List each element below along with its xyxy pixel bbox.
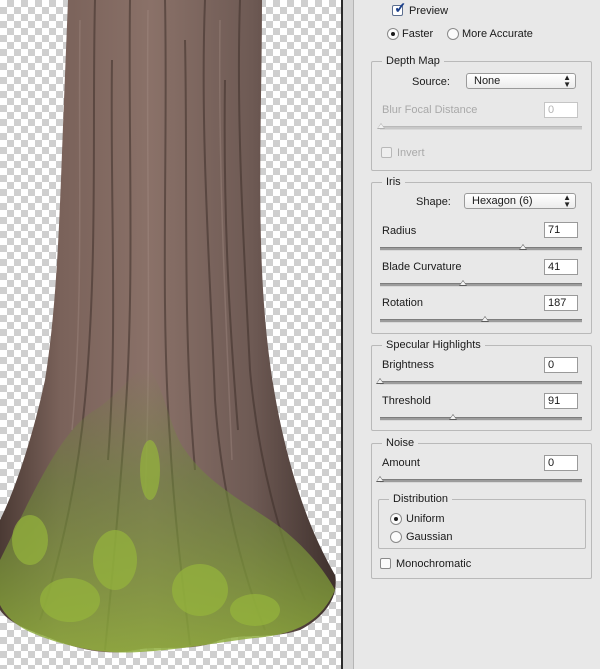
amount-thumb[interactable]	[376, 476, 384, 482]
radius-input[interactable]: 71	[544, 222, 578, 238]
rotation-thumb[interactable]	[481, 316, 490, 322]
brightness-track[interactable]	[380, 381, 582, 385]
radius-label: Radius	[382, 225, 417, 237]
rotation-input[interactable]: 187	[544, 295, 578, 311]
depth-map-title: Depth Map	[382, 54, 444, 68]
monochromatic-label: Monochromatic	[396, 558, 472, 570]
threshold-input[interactable]: 91	[544, 393, 578, 409]
blur-focal-distance-input[interactable]: 0	[544, 102, 578, 118]
more-accurate-radio[interactable]	[447, 28, 459, 40]
invert-checkbox[interactable]	[381, 147, 392, 158]
threshold-thumb[interactable]	[448, 414, 457, 420]
source-dropdown[interactable]: None ▲ ▼	[466, 73, 576, 89]
uniform-radio[interactable]	[390, 513, 402, 525]
blur-focal-distance-label: Blur Focal Distance	[382, 104, 478, 116]
canvas-edge-strip	[343, 0, 354, 669]
blade-curvature-thumb[interactable]	[458, 280, 467, 286]
checkmark-icon: ✓	[394, 0, 407, 17]
blur-focal-distance-track[interactable]	[380, 126, 582, 130]
brightness-thumb[interactable]	[376, 378, 384, 384]
amount-label: Amount	[382, 457, 420, 469]
noise-title: Noise	[382, 436, 419, 450]
iris-title: Iris	[382, 175, 405, 189]
faster-radio[interactable]	[387, 28, 399, 40]
source-value: None	[474, 75, 501, 87]
shape-dropdown[interactable]: Hexagon (6) ▲ ▼	[464, 193, 576, 209]
blade-curvature-input[interactable]: 41	[544, 259, 578, 275]
blade-curvature-track[interactable]	[380, 283, 582, 287]
invert-label: Invert	[397, 147, 425, 159]
tree-trunk-image	[0, 0, 336, 653]
rotation-label: Rotation	[382, 297, 423, 309]
brightness-input[interactable]: 0	[544, 357, 578, 373]
brightness-label: Brightness	[382, 359, 434, 371]
blur-focal-distance-thumb[interactable]	[377, 123, 385, 129]
blur-options-panel: ✓ Preview Faster More Accurate Depth Map…	[354, 0, 600, 669]
chevron-updown-icon: ▲ ▼	[563, 193, 571, 209]
blade-curvature-label: Blade Curvature	[382, 261, 462, 273]
gaussian-label: Gaussian	[406, 531, 453, 543]
threshold-label: Threshold	[382, 395, 431, 407]
chevron-updown-icon: ▲ ▼	[563, 73, 571, 89]
preview-checkbox[interactable]: ✓	[392, 1, 407, 16]
more-accurate-label: More Accurate	[462, 28, 533, 40]
gaussian-radio[interactable]	[390, 531, 402, 543]
specular-highlights-title: Specular Highlights	[382, 338, 485, 352]
image-canvas[interactable]	[0, 0, 341, 669]
amount-input[interactable]: 0	[544, 455, 578, 471]
amount-track[interactable]	[380, 479, 582, 483]
preview-label: Preview	[409, 5, 449, 17]
radius-thumb[interactable]	[519, 244, 528, 250]
uniform-label: Uniform	[406, 513, 445, 525]
shape-label: Shape:	[416, 196, 451, 208]
faster-label: Faster	[402, 28, 434, 40]
monochromatic-checkbox[interactable]	[380, 558, 391, 569]
radius-track[interactable]	[380, 247, 582, 251]
shape-value: Hexagon (6)	[472, 195, 533, 207]
source-label: Source:	[412, 76, 450, 88]
threshold-track[interactable]	[380, 417, 582, 421]
distribution-title: Distribution	[389, 492, 453, 506]
